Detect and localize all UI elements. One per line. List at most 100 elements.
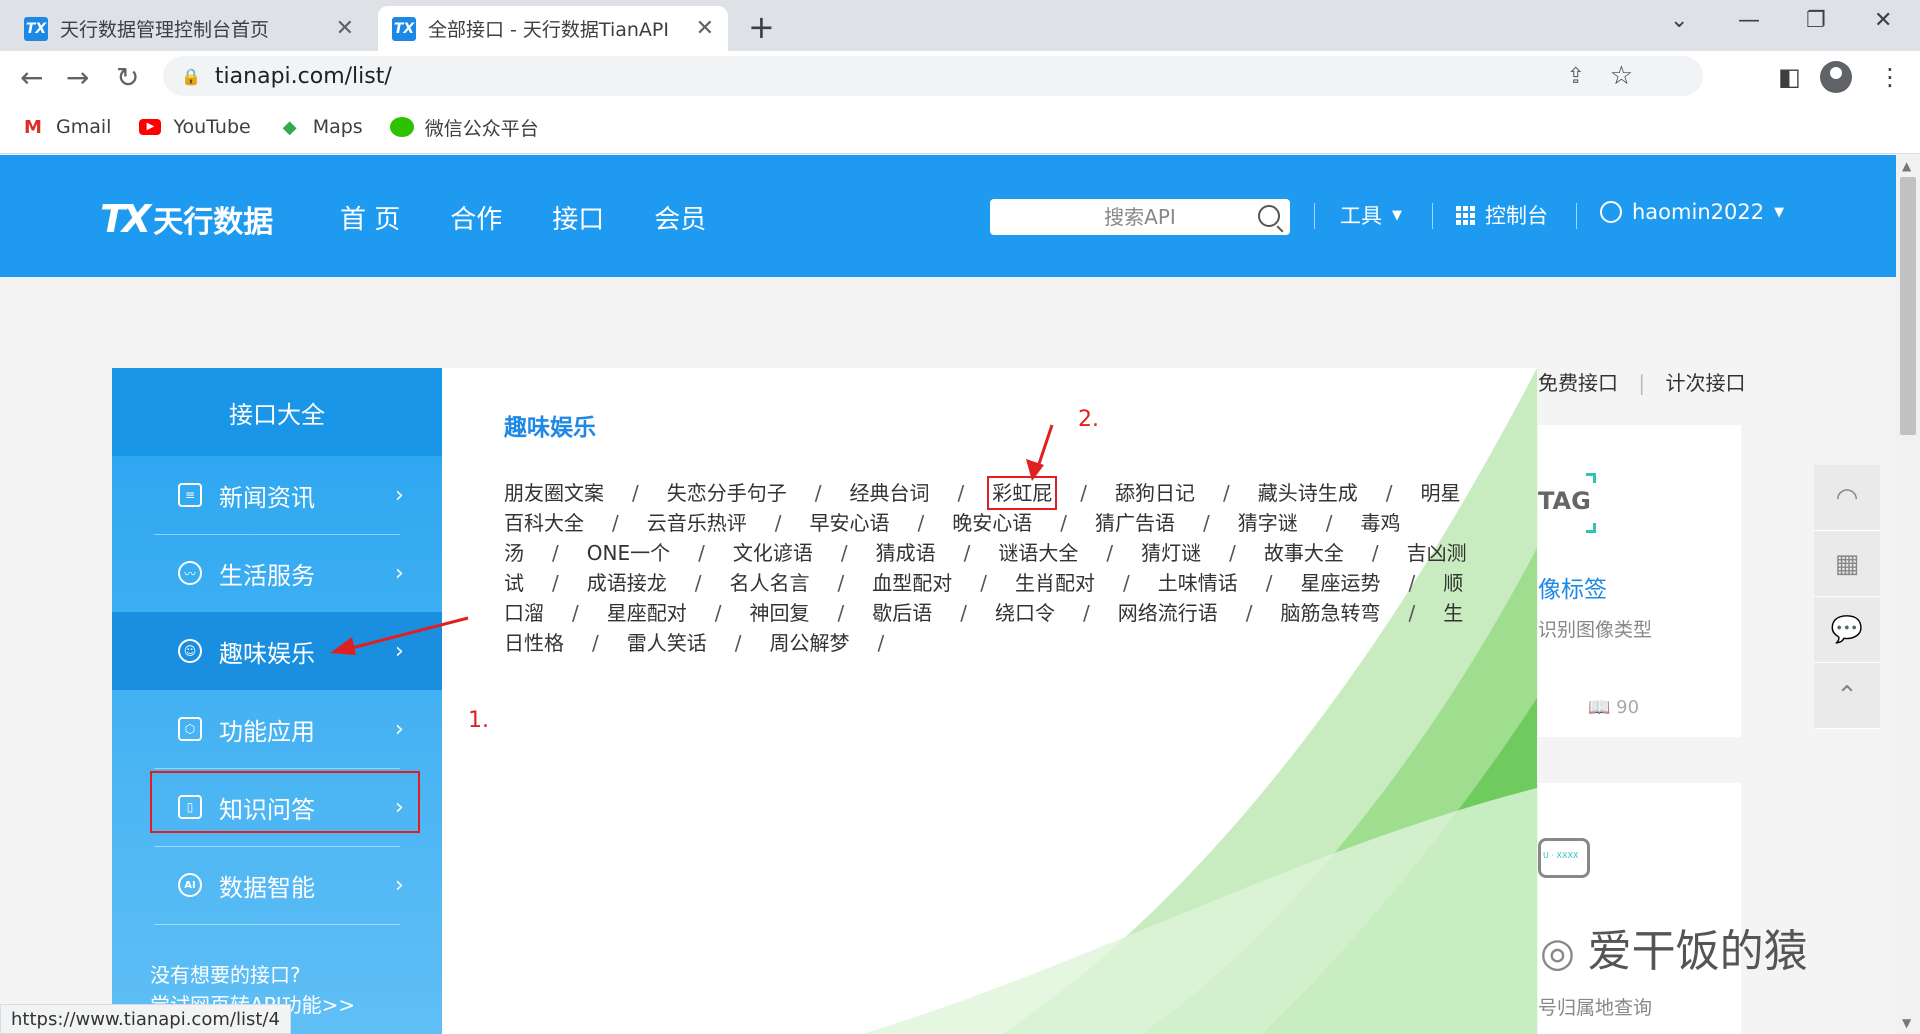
profile-avatar[interactable] <box>1820 61 1852 93</box>
api-separator: / <box>552 541 559 565</box>
api-link[interactable]: 猜成语 <box>876 541 936 565</box>
close-icon[interactable]: ✕ <box>336 16 354 41</box>
api-link[interactable]: 早安心语 <box>810 511 890 535</box>
api-link[interactable]: 失恋分手句子 <box>667 481 787 505</box>
reload-icon[interactable]: ↻ <box>116 61 139 94</box>
api-link[interactable]: 猜广告语 <box>1095 511 1175 535</box>
new-tab-plus-icon[interactable]: + <box>748 8 775 46</box>
card-title[interactable]: 像标签 <box>1538 570 1607 604</box>
api-search-box <box>990 199 1290 235</box>
api-link[interactable]: 猜灯谜 <box>1141 541 1201 565</box>
scroll-down-arrow-icon[interactable]: ▼ <box>1902 1016 1911 1030</box>
browser-tab[interactable]: TX 天行数据管理控制台首页 ✕ <box>10 6 368 51</box>
api-link[interactable]: 成语接龙 <box>587 571 667 595</box>
corner-bracket <box>1586 523 1596 533</box>
restore-icon[interactable]: ❐ <box>1806 8 1826 33</box>
user-menu[interactable]: haomin2022 ▼ <box>1600 200 1784 224</box>
api-link[interactable]: 星座运势 <box>1301 571 1381 595</box>
tab-paid-apis[interactable]: 计次接口 <box>1665 371 1745 395</box>
header-divider <box>1314 203 1315 229</box>
api-separator: / <box>1223 481 1230 505</box>
browser-tab-active[interactable]: TX 全部接口 - 天行数据TianAPI ✕ <box>378 6 728 51</box>
api-link[interactable]: 晚安心语 <box>952 511 1032 535</box>
bookmark-maps[interactable]: ◆ Maps <box>277 116 363 138</box>
api-link[interactable]: 经典台词 <box>850 481 930 505</box>
api-link[interactable]: 名人名言 <box>730 571 810 595</box>
sidebar-item-ai[interactable]: AI 数据智能 › <box>112 846 442 924</box>
annotation-highlight-box <box>150 771 420 833</box>
api-link[interactable]: 舔狗日记 <box>1115 481 1195 505</box>
sidebar-item-fun[interactable]: ☺ 趣味娱乐 › <box>112 612 442 690</box>
api-link[interactable]: 故事大全 <box>1264 541 1344 565</box>
api-link[interactable]: 朋友圈文案 <box>504 481 604 505</box>
api-link[interactable]: 文化谚语 <box>733 541 813 565</box>
scroll-up-arrow-icon[interactable]: ▲ <box>1902 159 1911 173</box>
address-bar[interactable]: 🔒 tianapi.com/list/ ⇪ ☆ <box>163 56 1703 96</box>
api-link[interactable]: 脑筋急转弯 <box>1281 601 1381 625</box>
window-close-icon[interactable]: ✕ <box>1874 8 1892 33</box>
api-link[interactable]: 彩虹屁 <box>987 476 1058 510</box>
api-link[interactable]: 谜语大全 <box>998 541 1078 565</box>
api-separator: / <box>1408 601 1416 625</box>
api-separator: / <box>1229 541 1236 565</box>
api-link[interactable]: 藏头诗生成 <box>1258 481 1358 505</box>
scrollbar-thumb[interactable] <box>1900 177 1916 435</box>
sidebar-item-tools[interactable]: ⬡ 功能应用 › <box>112 690 442 768</box>
more-menu-icon[interactable]: ⋮ <box>1878 63 1902 91</box>
url-text[interactable]: tianapi.com/list/ <box>215 64 392 89</box>
chevron-right-icon: › <box>395 638 404 664</box>
tools-menu[interactable]: 工具 ▼ <box>1340 200 1402 230</box>
bookmark-gmail[interactable]: M Gmail <box>20 116 111 138</box>
chat-bubble-icon[interactable]: 💬 <box>1814 597 1880 663</box>
api-link[interactable]: 星座配对 <box>607 601 687 625</box>
api-link[interactable]: 猜字谜 <box>1238 511 1298 535</box>
headset-icon[interactable]: ◠ <box>1814 465 1880 531</box>
maps-icon: ◆ <box>282 116 297 138</box>
api-link[interactable]: 生肖配对 <box>1015 571 1095 595</box>
sidebar-item-label: 功能应用 <box>219 717 315 746</box>
close-icon[interactable]: ✕ <box>696 16 714 41</box>
api-separator: / <box>1203 511 1210 535</box>
nav-membership[interactable]: 会员 <box>654 199 706 236</box>
search-icon[interactable] <box>1258 205 1280 227</box>
tab-free-apis[interactable]: 免费接口 <box>1538 371 1618 395</box>
gmail-icon: M <box>24 116 42 138</box>
bookmark-youtube[interactable]: ▶ YouTube <box>137 116 251 138</box>
api-link[interactable]: 云音乐热评 <box>647 511 747 535</box>
api-link[interactable]: 神回复 <box>750 601 810 625</box>
qrcode-icon[interactable]: ▦ <box>1814 531 1880 597</box>
header-divider <box>1576 203 1577 229</box>
api-search-input[interactable] <box>990 199 1250 235</box>
page-scrollbar[interactable]: ▲ ▼ <box>1896 155 1920 1034</box>
sidebar-item-news[interactable]: ≡ 新闻资讯 › <box>112 456 442 534</box>
nav-home[interactable]: 首 页 <box>340 199 400 236</box>
api-link[interactable]: 土味情话 <box>1158 571 1238 595</box>
lock-icon[interactable]: 🔒 <box>181 67 201 86</box>
console-link[interactable]: 控制台 <box>1456 200 1548 230</box>
api-link[interactable]: 周公解梦 <box>770 631 850 655</box>
side-panel-icon[interactable]: ◧ <box>1778 63 1801 91</box>
api-card-phone-location[interactable]: U · XXXX 号归属地查询 <box>1538 783 1741 1034</box>
back-to-top-icon[interactable]: ⌃ <box>1814 663 1880 729</box>
forward-arrow-icon[interactable]: → <box>66 61 89 94</box>
minimize-icon[interactable]: — <box>1738 8 1760 33</box>
bookmark-wechat[interactable]: 微信公众平台 <box>389 114 539 141</box>
api-link[interactable]: 血型配对 <box>872 571 952 595</box>
tab-search-chevron-icon[interactable]: ⌄ <box>1670 8 1688 33</box>
api-card-image-tag[interactable]: TAG 像标签 识别图像类型 📖 90 <box>1538 425 1741 737</box>
back-arrow-icon[interactable]: ← <box>20 61 43 94</box>
api-link[interactable]: 雷人笑话 <box>627 631 707 655</box>
card-description: 号归属地查询 <box>1538 997 1653 1019</box>
api-link[interactable]: 绕口令 <box>995 601 1055 625</box>
nav-cooperation[interactable]: 合作 <box>450 199 502 236</box>
api-link[interactable]: 歇后语 <box>872 601 932 625</box>
nav-api[interactable]: 接口 <box>552 199 604 236</box>
sidebar-item-life[interactable]: 〰 生活服务 › <box>112 534 442 612</box>
api-link[interactable]: ONE一个 <box>587 541 670 565</box>
browser-toolbar: ← → ↻ 🔒 tianapi.com/list/ ⇪ ☆ ◧ ⋮ <box>0 51 1920 101</box>
bookmark-star-icon[interactable]: ☆ <box>1610 61 1633 91</box>
site-logo[interactable]: TX 天行数据 <box>100 197 273 241</box>
api-link[interactable]: 网络流行语 <box>1118 601 1218 625</box>
sidebar-item-label: 生活服务 <box>219 561 315 590</box>
share-icon[interactable]: ⇪ <box>1567 64 1585 89</box>
